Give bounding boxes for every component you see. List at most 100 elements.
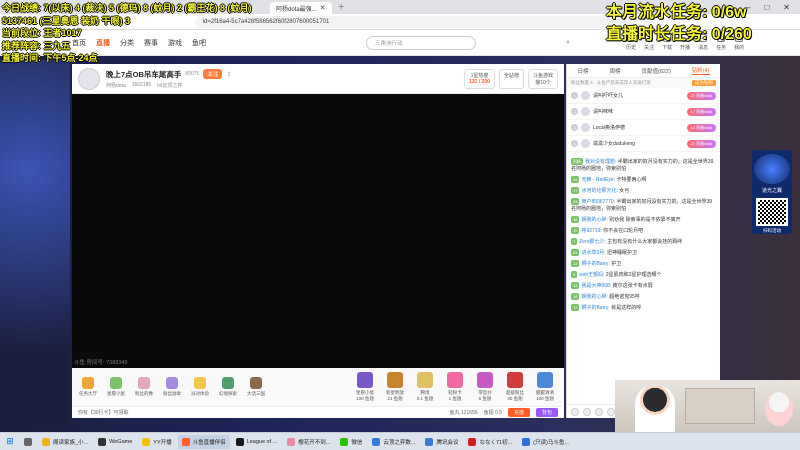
webcam-overlay <box>615 380 800 432</box>
windows-start-icon[interactable]: ⊞ <box>2 435 18 449</box>
activity-shortcut[interactable]: 星愿小屋 <box>104 377 128 397</box>
rank-item[interactable]: 3 Local奥洛伊德 14 阿杨dota <box>567 120 720 136</box>
room-category[interactable]: lol云顶之弈 <box>157 82 182 89</box>
gift-item[interactable]: 新星明放 21 鱼翅 <box>382 372 408 402</box>
tab-contribution[interactable]: 贡献值(822) <box>641 67 670 75</box>
all-station-rank[interactable]: 全站榜 <box>498 68 524 89</box>
follow-button[interactable]: 关注 <box>203 69 223 79</box>
app-icon <box>42 437 50 446</box>
rank-item[interactable]: 1 请叫吓吓女儿 21 阿杨dota <box>567 88 720 104</box>
tab-daily[interactable]: 日榜 <box>577 67 588 75</box>
taskbar-item[interactable]: 斗鱼直播伴侣 <box>177 434 230 449</box>
tab-diamond-fans[interactable]: 钻粉(4) <box>691 66 710 75</box>
chat-message: 24 用户85067770: 半霸出家的奴月没有实力的。这是全世界39名阿杨的圈地… <box>567 196 720 214</box>
promo-banner[interactable]: 道光之翼 扫码活动 <box>752 150 792 234</box>
search-input[interactable]: 三角洲行动 <box>366 35 476 50</box>
taskbar-item[interactable]: (只读)马斗鱼... <box>518 435 573 449</box>
taskbar-item[interactable]: 云顶之弈数... <box>368 435 419 449</box>
taskbar-item[interactable]: 樱花开不到... <box>283 435 334 449</box>
gift-item[interactable]: 腾境 0.1 鱼翅 <box>412 372 438 402</box>
close-window-icon[interactable]: ✕ <box>783 3 790 12</box>
gift-item[interactable]: 鲲鲲清清 100 鱼翅 <box>532 372 558 402</box>
browser-tab[interactable]: 阿杨dota最强... ✕ <box>270 2 332 14</box>
settings-icon[interactable] <box>607 407 615 416</box>
chat-username[interactable]: wsh王额妈: <box>579 272 606 278</box>
promo-art-image <box>754 154 790 185</box>
taskbar-item[interactable]: YY开播 <box>138 435 175 449</box>
activity-icon <box>222 377 234 389</box>
close-icon[interactable]: ✕ <box>320 4 326 12</box>
rank-name: 滋滋少女dudukeng <box>593 141 635 147</box>
user-level-badge: 10 <box>571 226 580 234</box>
chat-text: 超绝诺克95呼 <box>609 293 640 300</box>
chat-username[interactable]: 呼92719: <box>581 228 603 234</box>
chat-username[interactable]: 娴我的心碎: <box>581 294 609 300</box>
chat-username[interactable]: 我是大神008: <box>581 283 612 289</box>
app-icon <box>24 437 32 446</box>
taskbar-item[interactable]: WeGame <box>94 435 136 449</box>
barrage-style-icon[interactable] <box>583 407 591 416</box>
chat-username[interactable]: 用户85067770: <box>581 199 616 205</box>
taskbar-item[interactable]: 阁读家族_小... <box>38 435 92 449</box>
emoji-icon[interactable] <box>571 407 579 416</box>
chat-username[interactable]: 冰河的论那元化: <box>581 188 619 194</box>
activity-shortcut[interactable]: 幻境探索 <box>216 377 240 397</box>
taskbar-label: 樱花开不到... <box>298 439 331 446</box>
taskbar-item[interactable]: 微信 <box>336 435 366 449</box>
hot-rank-box[interactable]: 1星热度 131 / 200 <box>464 68 495 89</box>
chat-message: 21 进水草3月: 扭神睡眠护卫 <box>567 247 720 258</box>
taskbar-item[interactable] <box>20 435 36 449</box>
rank-list: 1 请叫吓吓女儿 21 阿杨dota 2 请叫咪咪 17 阿杨dota 3 Local奥洛伊德… <box>567 88 720 152</box>
activity-icon <box>138 377 150 389</box>
backpack-button[interactable]: 背包 <box>535 408 558 417</box>
tab-weekly[interactable]: 周榜 <box>609 67 620 75</box>
chat-text: 掩尔这张卡有点弱 <box>612 282 653 289</box>
chat-username[interactable]: 狮子的Barry: <box>581 261 611 267</box>
fish-game-box[interactable]: 斗鱼游戏 接10个 <box>527 68 558 89</box>
chat-username[interactable]: 娴我的心碎: <box>581 217 609 223</box>
chat-messages[interactable]: 阿杨 我对没有理想: 半霸出家的奴月没有实力的。这是全世界39名阿杨的圈地，弥索别… <box>567 156 720 402</box>
chat-username[interactable]: 无赖 - RedEye: <box>581 177 616 183</box>
taskbar-item[interactable]: ななく71初... <box>464 435 516 449</box>
new-tab-icon[interactable]: ＋ <box>338 2 345 12</box>
chat-message: 9 wsh王额妈: 2星肌肉和2星护理选哪个 <box>567 269 720 280</box>
streamer-avatar[interactable] <box>78 67 100 90</box>
color-icon[interactable] <box>595 407 603 416</box>
streamer-name[interactable]: 阿杨dota <box>106 82 126 89</box>
fan-level-badge: 17 阿杨dota <box>686 107 716 116</box>
user-level-badge: 26 <box>571 175 580 183</box>
url-field[interactable]: id=2f16a4-5c7a428f586562f60f280760005170… <box>194 15 635 28</box>
chat-username[interactable]: 进水草3月: <box>581 250 607 256</box>
share-icon[interactable]: ⇪ <box>226 71 231 78</box>
maximize-icon[interactable]: □ <box>764 3 769 12</box>
chat-username[interactable]: 狮子的Barry: <box>581 305 611 311</box>
search-icon[interactable]: ⌕ <box>566 39 570 47</box>
become-diamond-fan-button[interactable]: 成为钻粉 <box>692 80 716 86</box>
claim-tip[interactable]: 你有【30行卡】可领取 <box>78 409 129 416</box>
activity-shortcut[interactable]: 大话三国 <box>244 377 268 397</box>
chat-username[interactable]: Zero郡七少: <box>579 239 607 245</box>
rank-item[interactable]: 4 滋滋少女dudukeng 21 阿杨dota <box>567 136 720 152</box>
gift-item[interactable]: 带您炒 6 鱼翅 <box>472 372 498 402</box>
app-icon <box>98 437 107 446</box>
activity-shortcut[interactable]: 任务大厅 <box>76 377 100 397</box>
user-level-badge: 7 <box>571 237 578 245</box>
gift-item[interactable]: 星愿小屋 100 鱼翅 <box>352 372 378 402</box>
charge-button[interactable]: 充值 <box>507 408 530 417</box>
taskbar-item[interactable]: League of ... <box>232 435 282 449</box>
activity-shortcut[interactable]: 粉丝勋章 <box>160 377 184 397</box>
gift-item[interactable]: 超级粉丝 30 鱼翅 <box>502 372 528 402</box>
rank-item[interactable]: 2 请叫咪咪 17 阿杨dota <box>567 104 720 120</box>
activity-label: 大话三国 <box>247 391 265 396</box>
user-level-badge: 12 <box>571 259 580 267</box>
video-player[interactable]: 斗鱼 房间号: 7388349 <box>72 94 564 368</box>
activity-icon <box>250 377 262 389</box>
activity-shortcut[interactable]: 派对体验 <box>188 377 212 397</box>
activity-shortcut[interactable]: 粉丝的像 <box>132 377 156 397</box>
gift-item[interactable]: 轻粉卡 1 鱼翅 <box>442 372 468 402</box>
window-controls: – □ ✕ <box>746 3 800 12</box>
user-level-badge: 9 <box>571 270 578 278</box>
taskbar-item[interactable]: 腾讯会议 <box>421 435 462 449</box>
fan-level-badge: 14 阿杨dota <box>686 123 716 132</box>
chat-username[interactable]: 我对没有理想: <box>585 159 618 165</box>
